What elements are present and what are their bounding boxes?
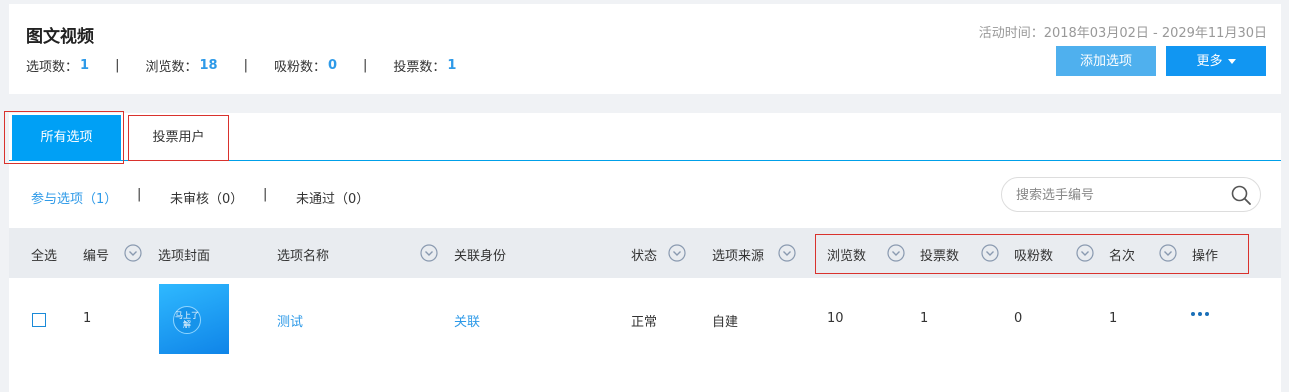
caret-down-icon — [1227, 59, 1236, 65]
activity-header-card: 图文视频 选项数： 1 | 浏览数： 18 | 吸粉数： 0 | 投票数： 1 活动时间… — [9, 4, 1281, 94]
column-fans: 吸粉数 — [1014, 249, 1054, 264]
page-title: 图文视频 — [26, 27, 94, 47]
column-votes: 投票数 — [920, 249, 960, 264]
filter-participating[interactable]: 参与选项（1） — [31, 188, 117, 207]
stat-fans-value: 0 — [327, 58, 338, 73]
column-source: 选项来源 — [712, 249, 765, 264]
more-actions-icon[interactable] — [1191, 312, 1209, 316]
filter-rejected[interactable]: 未通过（0） — [296, 188, 369, 207]
stat-options-label: 选项数： — [26, 60, 79, 75]
column-status: 状态 — [631, 249, 658, 264]
sort-chevron-icon[interactable] — [981, 244, 999, 262]
column-select-all[interactable]: 全选 — [31, 245, 57, 264]
stat-options-value: 1 — [80, 58, 90, 73]
sort-chevron-icon[interactable] — [124, 244, 142, 262]
option-name-link[interactable]: 测试 — [277, 311, 303, 330]
dot — [1198, 312, 1202, 316]
filter-row: 参与选项（1） | 未审核（0） | 未通过（0） — [9, 177, 1281, 213]
identity-link[interactable]: 关联 — [454, 311, 480, 330]
stat-fans-label: 吸粉数： — [273, 60, 326, 75]
sort-chevron-icon[interactable] — [420, 244, 438, 262]
row-id: 1 — [83, 311, 92, 326]
activity-time: 活动时间：2018年03月02日 - 2029年11月30日 — [978, 26, 1267, 41]
cover-badge: 马上了解 — [173, 306, 201, 334]
column-actions: 操作 — [1192, 249, 1219, 264]
sort-chevron-icon[interactable] — [1076, 244, 1094, 262]
column-rank: 名次 — [1109, 249, 1136, 264]
option-cover-image: 马上了解 — [159, 284, 229, 354]
row-views: 10 — [827, 311, 844, 326]
column-identity: 关联身份 — [454, 249, 507, 264]
sort-chevron-icon[interactable] — [778, 244, 796, 262]
column-cover: 选项封面 — [158, 249, 211, 264]
more-button[interactable]: 更多 — [1166, 46, 1266, 76]
row-votes: 1 — [920, 311, 929, 326]
stat-views-value: 18 — [199, 58, 218, 73]
row-status: 正常 — [631, 315, 658, 330]
sort-chevron-icon[interactable] — [668, 244, 686, 262]
filter-unreviewed[interactable]: 未审核（0） — [170, 188, 243, 207]
table-row: 1 马上了解 测试 关联 正常 自建 10 1 0 1 — [9, 278, 1281, 360]
add-option-button[interactable]: 添加选项 — [1056, 46, 1156, 76]
stat-views-label: 浏览数： — [145, 60, 198, 75]
column-id: 编号 — [83, 249, 110, 264]
filter-separator: | — [137, 187, 142, 202]
row-fans: 0 — [1014, 311, 1023, 326]
table-header: 全选 编号 选项封面 选项名称 关联身份 状态 选项来源 浏览数 投票数 吸粉数… — [9, 228, 1281, 278]
row-checkbox[interactable] — [32, 313, 46, 327]
search-box — [1001, 177, 1261, 212]
stats-bar: 选项数： 1 | 浏览数： 18 | 吸粉数： 0 | 投票数： 1 — [26, 56, 456, 75]
tab-vote-users[interactable]: 投票用户 — [128, 115, 229, 161]
row-source: 自建 — [712, 315, 739, 330]
column-name: 选项名称 — [277, 249, 330, 264]
stat-separator: | — [363, 58, 368, 73]
sort-chevron-icon[interactable] — [887, 244, 905, 262]
sort-chevron-icon[interactable] — [1159, 244, 1177, 262]
row-rank: 1 — [1109, 311, 1118, 326]
stat-separator: | — [115, 58, 120, 73]
search-icon[interactable] — [1230, 184, 1252, 206]
filter-separator: | — [263, 187, 268, 202]
tab-bar: 所有选项 投票用户 — [4, 111, 1281, 164]
more-button-label: 更多 — [1196, 53, 1223, 68]
options-panel: 所有选项 投票用户 参与选项（1） | 未审核（0） | 未通过（0） 全选 编… — [4, 111, 1281, 392]
stat-votes-value: 1 — [447, 58, 457, 73]
dot — [1205, 312, 1209, 316]
stat-votes-label: 投票数： — [393, 60, 446, 75]
stat-separator: | — [243, 58, 248, 73]
dot — [1191, 312, 1195, 316]
search-input[interactable] — [1016, 185, 1216, 205]
column-views: 浏览数 — [827, 249, 867, 264]
tab-all-options[interactable]: 所有选项 — [12, 115, 121, 161]
